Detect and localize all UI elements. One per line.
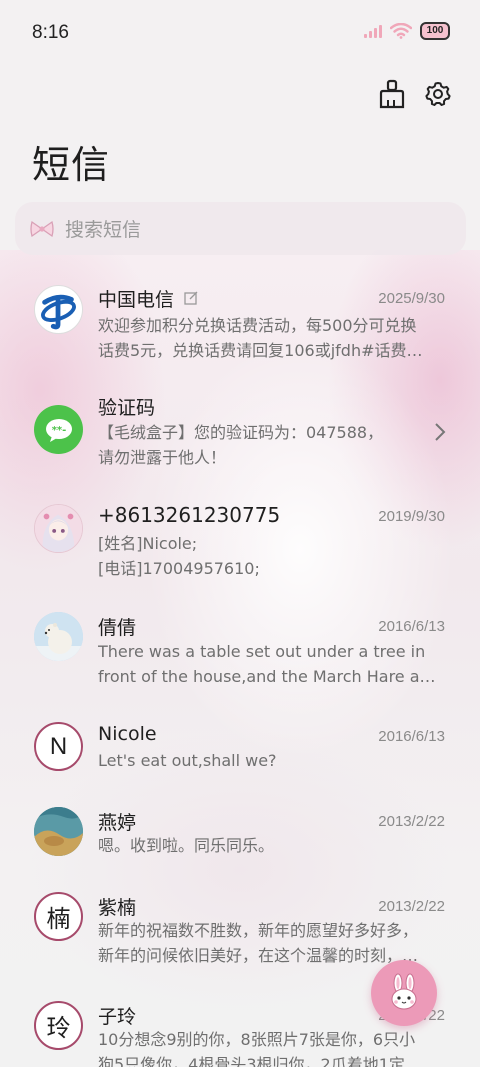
message-date: 2025/9/30 [378,290,445,307]
edit-icon [184,291,198,305]
list-item[interactable]: 倩倩 2016/6/13 There was a table set out u… [0,608,480,708]
list-item[interactable]: 中国电信 2025/9/30 欢迎参加积分兑换话费活动，每500分可兑换 话费5… [0,278,480,378]
new-message-button[interactable] [371,960,437,1026]
anime-avatar [34,504,83,553]
status-bar: 8:16 100 [0,0,480,68]
contact-name: 紫楠 [98,897,137,919]
list-item[interactable]: 燕婷 2013/2/22 嗯。收到啦。同乐同乐。 [0,803,480,903]
contact-name: 验证码 [98,397,156,419]
message-preview: 10分想念9别的你，8张照片7张是你，6只小 狗5只像你，4根骨头3根归你，2爪… [98,1030,421,1067]
contact-name: 燕婷 [98,812,137,834]
search-placeholder: 搜索短信 [65,219,142,241]
page-title: 短信 [32,143,111,187]
message-preview: Let's eat out,shall we? [98,751,277,770]
message-preview: 【毛绒盒子】您的验证码为：047588， 请勿泄露于他人！ [98,423,384,467]
svg-text:**-: **- [51,425,66,436]
chevron-right-icon [435,423,446,441]
contact-name: Nicole [98,723,157,745]
letter-avatar: 楠 [34,892,83,941]
letter-avatar: N [34,722,83,771]
contact-name: +8613261230775 [98,503,281,527]
message-date: 2013/2/22 [378,898,445,915]
message-date: 2016/6/13 [378,728,445,745]
search-input[interactable]: 搜索短信 [15,202,466,255]
message-preview: [姓名]Nicole; [电话]17004957610; [98,534,260,578]
broom-icon [379,79,405,109]
status-time: 8:16 [32,22,69,43]
wifi-icon [390,23,412,39]
message-preview: 欢迎参加积分兑换话费活动，每500分可兑换 话费5元，兑换话费请回复106或jf… [98,316,423,360]
settings-button[interactable] [424,78,452,110]
chat-bubble-icon: **- [34,405,83,454]
message-date: 2019/9/30 [378,508,445,525]
list-item[interactable]: +8613261230775 2019/9/30 [姓名]Nicole; [电话… [0,498,480,598]
message-date: 2013/2/22 [378,813,445,830]
letter-avatar: 玲 [34,1001,83,1050]
message-date: 2016/6/13 [378,618,445,635]
message-preview: There was a table set out under a tree i… [98,642,444,686]
message-preview: 新年的祝福数不胜数，新年的愿望好多好多， 新年的问候依旧美好，在这个温馨的时刻，… [98,921,419,965]
polar-bear-avatar [34,612,83,661]
signal-icon [364,24,382,38]
bunny-icon [391,973,417,1010]
message-preview: 嗯。收到啦。同乐同乐。 [98,836,275,855]
contact-name: 中国电信 [98,289,175,311]
landscape-avatar [34,807,83,856]
telecom-logo [34,285,83,334]
contact-name: 倩倩 [98,617,137,639]
battery-icon: 100 [420,22,450,40]
bow-icon [30,220,54,237]
list-item[interactable]: **- 验证码 【毛绒盒子】您的验证码为：047588， 请勿泄露于他人！ [0,388,480,488]
clean-button[interactable] [378,78,406,110]
gear-icon [425,82,451,106]
contact-name: 子玲 [98,1006,137,1028]
